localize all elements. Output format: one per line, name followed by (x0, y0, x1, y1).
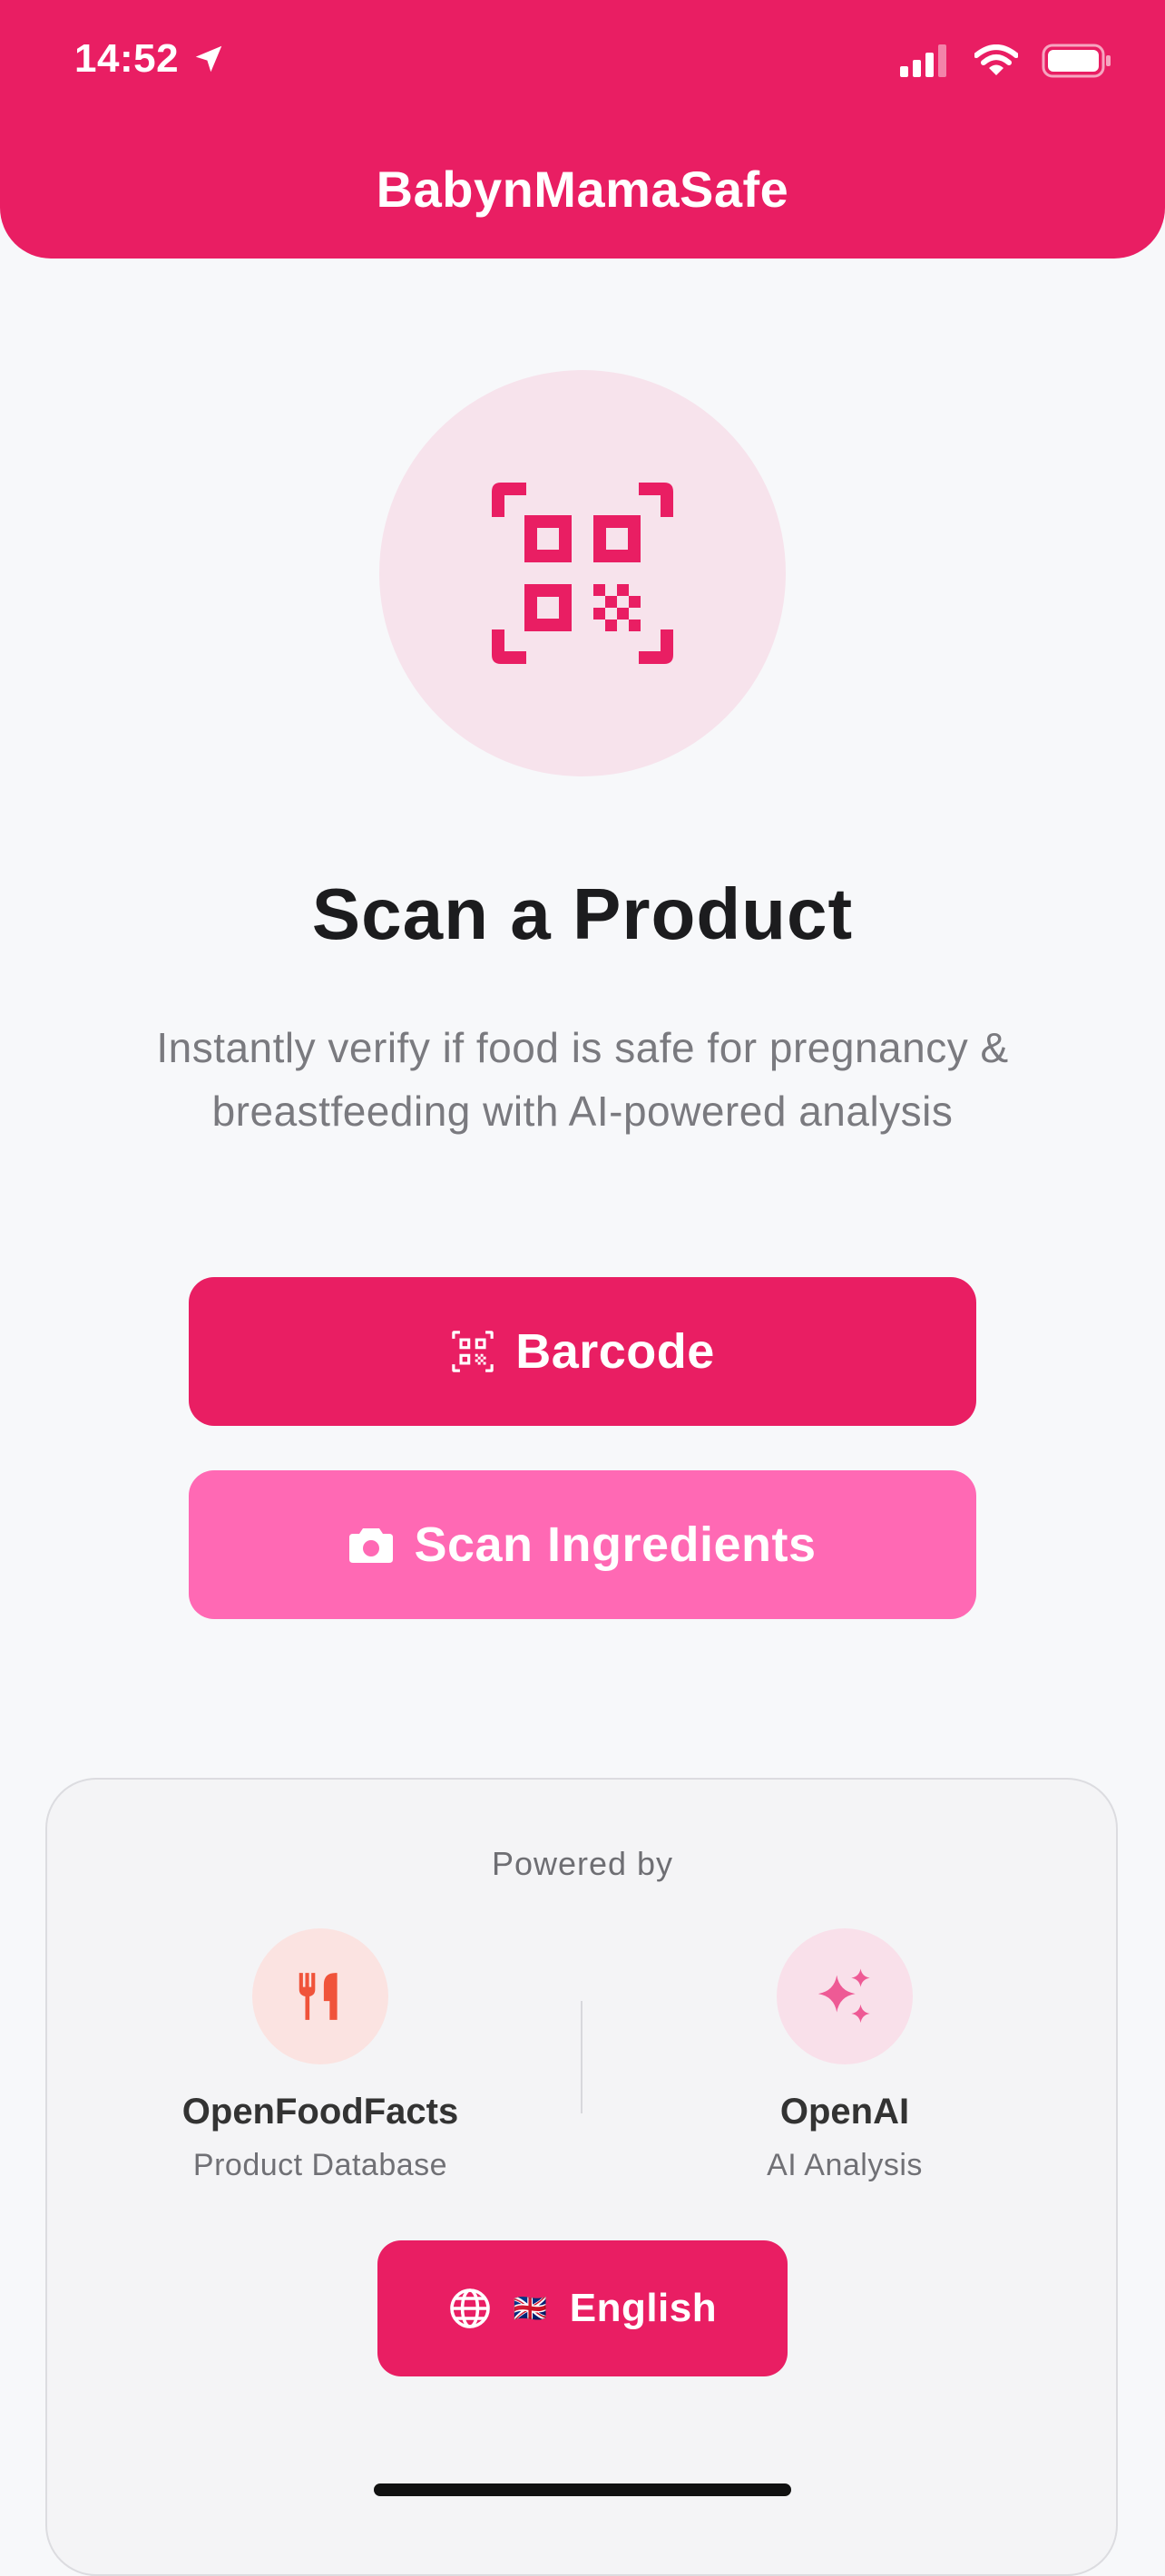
status-time-text: 14:52 (74, 36, 180, 81)
openai-description: AI Analysis (767, 2148, 923, 2182)
powered-by-heading: Powered by (491, 1845, 674, 1882)
qr-scan-icon (492, 483, 673, 664)
page-title: Scan a Product (311, 873, 854, 954)
ingredients-button-label: Scan Ingredients (414, 1517, 817, 1572)
globe-icon (450, 2288, 490, 2328)
home-indicator (374, 2483, 791, 2496)
language-selector-button[interactable]: 🇬🇧 English (377, 2240, 788, 2376)
openfoodfacts-icon-circle (252, 1928, 388, 2064)
battery-icon (1042, 44, 1111, 78)
cellular-signal-icon (900, 44, 946, 77)
openai-icon-circle (777, 1928, 913, 2064)
providers-divider (581, 2001, 582, 2113)
sparkles-icon (817, 1968, 870, 2024)
status-time: 14:52 (74, 36, 226, 82)
app-header: 14:52 BabynMamaSafe (0, 0, 1165, 259)
barcode-button-label: Barcode (515, 1324, 715, 1379)
page-subtitle: Instantly verify if food is safe for pre… (54, 1016, 1111, 1143)
scan-ingredients-button[interactable]: Scan Ingredients (189, 1470, 976, 1619)
subtitle-line-2: breastfeeding with AI-powered analysis (211, 1088, 954, 1135)
barcode-scan-button[interactable]: Barcode (189, 1277, 976, 1426)
app-title: BabynMamaSafe (376, 161, 789, 218)
uk-flag: 🇬🇧 (513, 2293, 548, 2324)
location-arrow-icon (195, 45, 222, 73)
wifi-icon (974, 44, 1018, 75)
qr-code-icon (452, 1331, 494, 1372)
openfoodfacts-name: OpenFoodFacts (181, 2092, 459, 2132)
openai-name: OpenAI (779, 2092, 910, 2132)
status-icons (900, 44, 1112, 78)
subtitle-line-1: Instantly verify if food is safe for pre… (156, 1024, 1009, 1071)
language-label: English (569, 2286, 718, 2330)
openfoodfacts-description: Product Database (192, 2148, 448, 2182)
utensils-icon (299, 1973, 338, 2020)
camera-icon (349, 1528, 394, 1563)
hero-icon-circle (379, 370, 786, 776)
